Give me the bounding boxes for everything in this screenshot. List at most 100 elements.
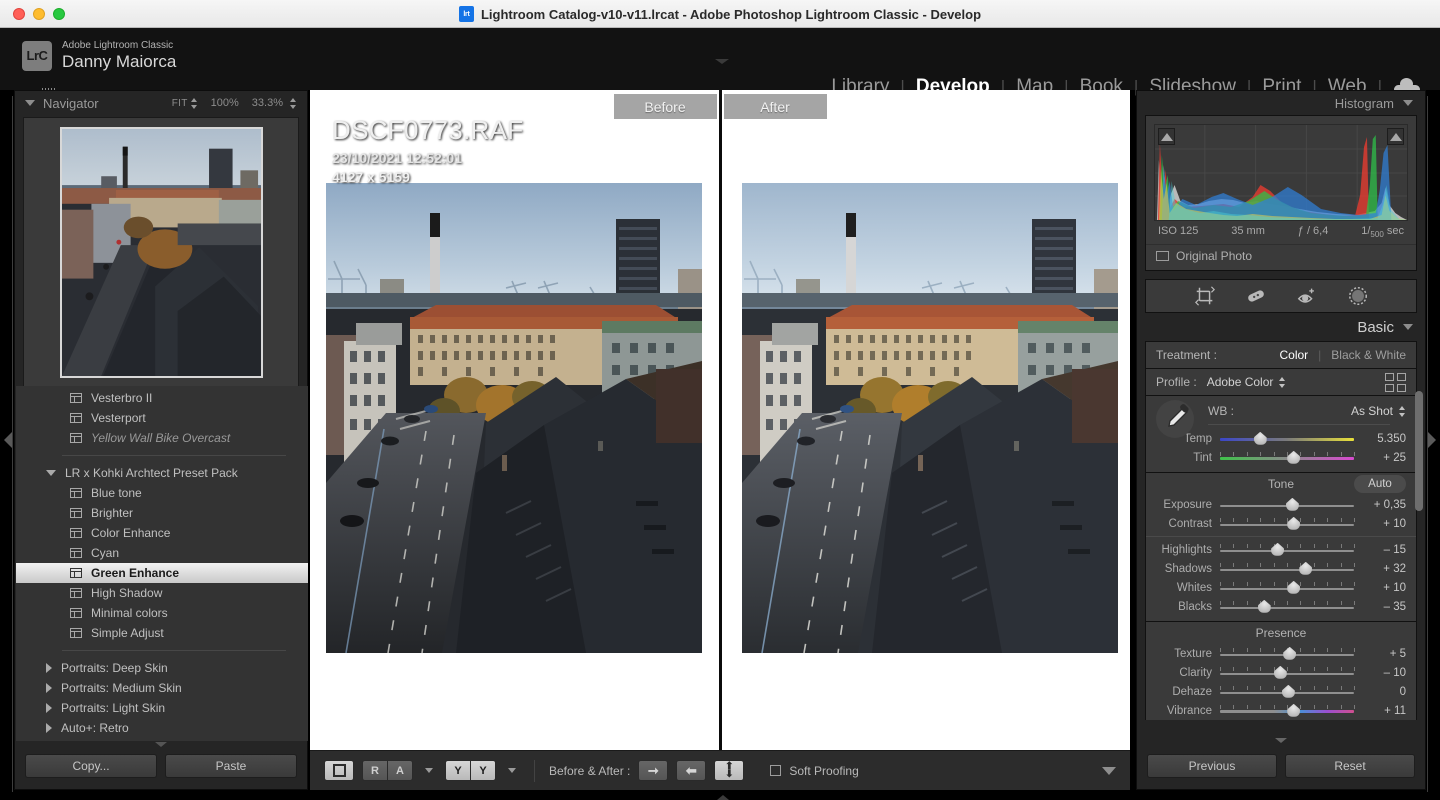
preset-item[interactable]: Vesterport (16, 408, 308, 428)
previous-button[interactable]: Previous (1147, 754, 1277, 778)
wb-value[interactable]: As Shot (1351, 404, 1393, 418)
before-pane[interactable]: Before DSCF0773.RAF 23/10/2021 12:52:01 … (310, 90, 722, 750)
histogram-disclosure-icon[interactable] (1403, 100, 1413, 106)
after-pane[interactable]: After (722, 90, 1131, 750)
slider-vibrance[interactable]: Vibrance+ 11 (1146, 701, 1416, 720)
presets-panel[interactable]: Vesterbro IIVesterportYellow Wall Bike O… (16, 386, 308, 741)
crop-overlay-icon[interactable] (1194, 285, 1216, 307)
left-panel-collapse-arrow[interactable] (4, 432, 12, 448)
shadow-clipping-button[interactable] (1158, 128, 1175, 145)
identity-plate[interactable]: LrC Adobe Lightroom Classic Danny Maiorc… (22, 40, 176, 71)
preset-item[interactable]: Minimal colors (16, 603, 308, 623)
chevron-right-icon[interactable] (46, 663, 52, 673)
treatment-color-option[interactable]: Color (1279, 348, 1308, 362)
topbar-collapse-arrow[interactable] (715, 59, 729, 64)
navigator-zoom-level[interactable]: 33.3% (252, 97, 283, 109)
slider-shadows[interactable]: Shadows+ 32 (1146, 559, 1416, 578)
navigator-fit-stepper-icon[interactable] (191, 98, 198, 109)
profile-value[interactable]: Adobe Color (1207, 375, 1274, 389)
reset-button[interactable]: Reset (1285, 754, 1415, 778)
reference-view-caret-icon[interactable] (425, 768, 433, 773)
chevron-right-icon[interactable] (46, 703, 52, 713)
slider-value[interactable]: + 11 (1360, 705, 1406, 717)
copy-before-to-after-button[interactable]: ➞ (638, 760, 668, 781)
slider-texture[interactable]: Texture+ 5 (1146, 644, 1416, 663)
navigator-zoom-stepper-icon[interactable] (290, 98, 297, 109)
navigator-preview[interactable] (23, 117, 299, 387)
chevron-right-icon[interactable] (46, 723, 52, 733)
preset-item[interactable]: Vesterbro II (16, 388, 308, 408)
preset-group[interactable]: Portraits: Light Skin (16, 698, 308, 718)
reference-view-button[interactable]: R (362, 760, 388, 781)
slider-track[interactable] (1220, 581, 1354, 595)
basic-panel-header[interactable]: Basic (1137, 313, 1425, 341)
soft-proofing-checkbox[interactable] (770, 765, 781, 776)
before-after-caret-icon[interactable] (508, 768, 516, 773)
slider-track[interactable] (1220, 562, 1354, 576)
preset-group[interactable]: LR x Kohki Archtect Preset Pack (16, 463, 308, 483)
slider-track[interactable] (1220, 647, 1354, 661)
slider-dehaze[interactable]: Dehaze0 (1146, 682, 1416, 701)
filmstrip-expand-arrow[interactable] (717, 795, 729, 800)
slider-knob[interactable] (1286, 498, 1299, 511)
original-photo-row[interactable]: Original Photo (1146, 244, 1416, 270)
active-view-button[interactable]: A (387, 760, 413, 781)
slider-knob[interactable] (1254, 432, 1267, 445)
after-view-button[interactable]: Y (470, 760, 496, 781)
histogram-graph[interactable] (1154, 124, 1408, 221)
chevron-right-icon[interactable] (46, 683, 52, 693)
histogram-header[interactable]: Histogram (1137, 91, 1425, 115)
slider-tint[interactable]: Tint+ 25 (1146, 448, 1416, 467)
slider-value[interactable]: + 0,35 (1360, 499, 1406, 511)
spot-removal-icon[interactable] (1245, 285, 1267, 307)
profile-browser-button[interactable] (1385, 373, 1406, 392)
slider-exposure[interactable]: Exposure+ 0,35 (1146, 495, 1416, 514)
copy-after-to-before-button[interactable]: ⬅ (676, 760, 706, 781)
white-balance-selector-icon[interactable] (1156, 400, 1194, 438)
slider-value[interactable]: 0 (1360, 686, 1406, 698)
slider-track[interactable] (1220, 600, 1354, 614)
slider-value[interactable]: + 10 (1360, 582, 1406, 594)
slider-value[interactable]: + 25 (1360, 452, 1406, 464)
treatment-bw-option[interactable]: Black & White (1331, 348, 1406, 362)
maximize-window-button[interactable] (53, 8, 65, 20)
highlight-clipping-button[interactable] (1387, 128, 1404, 145)
preset-item[interactable]: High Shadow (16, 583, 308, 603)
slider-track[interactable] (1220, 517, 1354, 531)
masking-icon[interactable] (1347, 285, 1369, 307)
copy-settings-button[interactable]: Copy... (25, 754, 157, 778)
profile-dropdown-icon[interactable] (1279, 377, 1286, 388)
navigator-disclosure-icon[interactable] (25, 100, 35, 106)
navigator-fit-option[interactable]: FIT (172, 98, 188, 109)
minimize-window-button[interactable] (33, 8, 45, 20)
before-view-button[interactable]: Y (445, 760, 471, 781)
preset-item[interactable]: Green Enhance (16, 563, 308, 583)
slider-highlights[interactable]: Highlights– 15 (1146, 540, 1416, 559)
slider-value[interactable]: + 32 (1360, 563, 1406, 575)
slider-contrast[interactable]: Contrast+ 10 (1146, 514, 1416, 533)
preset-item[interactable]: Color Enhance (16, 523, 308, 543)
loupe-view-button[interactable] (324, 760, 354, 781)
slider-whites[interactable]: Whites+ 10 (1146, 578, 1416, 597)
navigator-header[interactable]: Navigator FIT 100% 33.3% (15, 91, 307, 115)
left-footer-collapse-arrow[interactable] (155, 742, 167, 747)
preset-item[interactable]: Yellow Wall Bike Overcast (16, 428, 308, 448)
paste-settings-button[interactable]: Paste (165, 754, 297, 778)
close-window-button[interactable] (13, 8, 25, 20)
preset-item[interactable]: Cyan (16, 543, 308, 563)
slider-value[interactable]: – 10 (1360, 667, 1406, 679)
preset-item[interactable]: Blue tone (16, 483, 308, 503)
slider-track[interactable] (1220, 451, 1354, 465)
slider-value[interactable]: – 15 (1360, 544, 1406, 556)
navigator-100-option[interactable]: 100% (211, 97, 239, 109)
wb-dropdown-icon[interactable] (1399, 406, 1406, 417)
right-panel-collapse-arrow[interactable] (1428, 432, 1436, 448)
slider-track[interactable] (1220, 498, 1354, 512)
slider-track[interactable] (1220, 666, 1354, 680)
preset-group[interactable]: Portraits: Medium Skin (16, 678, 308, 698)
slider-track[interactable] (1220, 543, 1354, 557)
slider-track[interactable] (1220, 432, 1354, 446)
right-panel-scrollbar[interactable] (1415, 391, 1423, 511)
chevron-down-icon[interactable] (46, 470, 56, 476)
toolbar-options-caret-icon[interactable] (1102, 767, 1116, 775)
